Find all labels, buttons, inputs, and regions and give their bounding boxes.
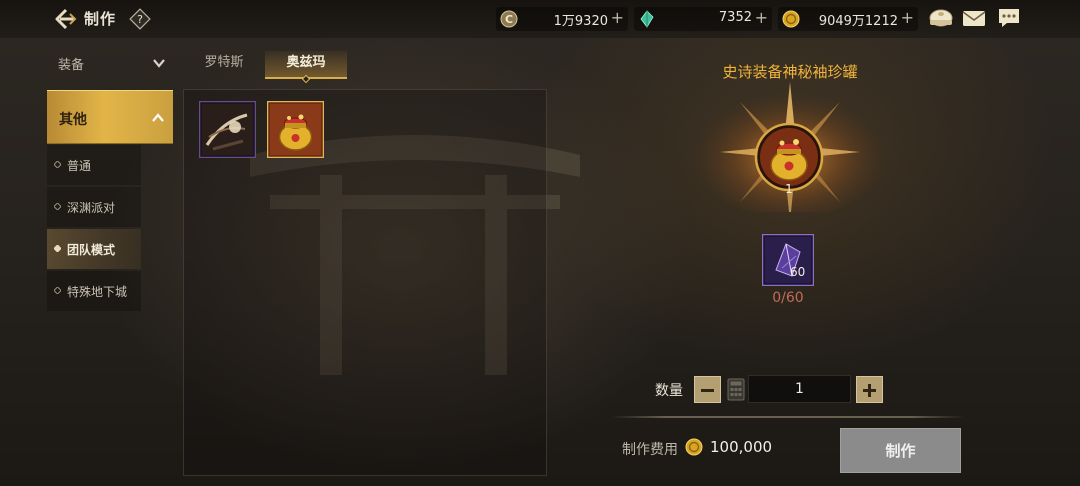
material-count: 60 xyxy=(790,265,806,279)
sidebar-item-raid-mode[interactable]: 团队模式 xyxy=(47,229,141,269)
currency-gold-c: C 1万9320 + xyxy=(496,7,628,31)
add-currency-button[interactable]: + xyxy=(611,8,624,27)
plus-icon-v xyxy=(868,384,871,397)
sidebar-item-abyss-party[interactable]: 深渊派对 xyxy=(47,187,141,227)
help-diamond-icon: ? xyxy=(129,8,151,30)
cost-value: 100,000 xyxy=(710,438,773,456)
group-label: 其他 xyxy=(59,112,87,128)
sidebar-item-label: 特殊地下城 xyxy=(67,285,128,299)
diamond-bullet-icon xyxy=(54,161,61,168)
craft-button[interactable]: 制作 xyxy=(840,428,961,473)
sidebar-item-label: 普通 xyxy=(67,159,92,173)
quantity-label: 数量 xyxy=(655,383,683,399)
currency-value: 1万9320 xyxy=(553,14,608,29)
cost-label: 制作费用 xyxy=(622,442,678,458)
tab-lotus[interactable]: 罗特斯 xyxy=(188,51,260,79)
add-currency-button[interactable]: + xyxy=(755,8,768,27)
gold-coin-icon xyxy=(782,10,800,28)
svg-text:C: C xyxy=(505,13,513,26)
diamond-bullet-icon xyxy=(54,287,61,294)
chevron-down-icon xyxy=(153,59,165,68)
sidebar-item-special-dungeon[interactable]: 特殊地下城 xyxy=(47,271,141,311)
treasure-pot-icon[interactable] xyxy=(267,101,324,158)
divider xyxy=(612,416,964,418)
chevron-up-icon xyxy=(152,113,164,122)
chat-icon[interactable] xyxy=(996,6,1022,30)
sidebar-item-label: 团队模式 xyxy=(67,243,116,257)
diamond-bullet-icon xyxy=(54,245,61,252)
help-button[interactable]: ? xyxy=(129,8,151,30)
calculator-icon[interactable] xyxy=(727,378,745,401)
add-currency-button[interactable]: + xyxy=(901,8,914,27)
currency-value: 9049万1212 xyxy=(818,14,898,29)
minus-icon xyxy=(701,389,714,392)
sidebar-item-label: 深渊派对 xyxy=(67,201,116,215)
product-count: 1 xyxy=(785,182,793,196)
item-slot-spiral-relic[interactable] xyxy=(199,101,256,158)
tab-label: 罗特斯 xyxy=(204,55,244,70)
sidebar-item-normal[interactable]: 普通 xyxy=(47,145,141,185)
page-title: 制作 xyxy=(84,10,117,28)
currency-crystal: 7352 + xyxy=(634,7,772,31)
tab-label: 奥兹玛 xyxy=(286,55,326,70)
diamond-bullet-icon xyxy=(54,203,61,210)
currency-value: 7352 xyxy=(718,10,752,25)
category-dropdown[interactable]: 装备 xyxy=(48,44,174,82)
back-arrow-icon[interactable] xyxy=(52,6,78,32)
group-other[interactable]: 其他 xyxy=(47,90,173,144)
currency-gold: 9049万1212 + xyxy=(778,7,918,31)
tab-ozma[interactable]: 奥兹玛 xyxy=(265,51,347,83)
green-crystal-icon xyxy=(640,10,654,28)
quantity-increase-button[interactable] xyxy=(856,376,883,403)
active-tab-diamond-icon xyxy=(302,75,310,83)
mail-icon[interactable] xyxy=(961,6,987,30)
material-progress: 0/60 xyxy=(772,290,804,306)
category-label: 装备 xyxy=(58,58,85,73)
help-label: ? xyxy=(137,13,143,26)
gold-c-coin-icon: C xyxy=(500,10,518,28)
purple-crystal-icon[interactable] xyxy=(762,234,814,286)
bun-icon[interactable] xyxy=(928,6,954,30)
gold-coin-icon xyxy=(685,438,703,456)
quantity-input[interactable] xyxy=(748,375,851,403)
quantity-decrease-button[interactable] xyxy=(694,376,721,403)
